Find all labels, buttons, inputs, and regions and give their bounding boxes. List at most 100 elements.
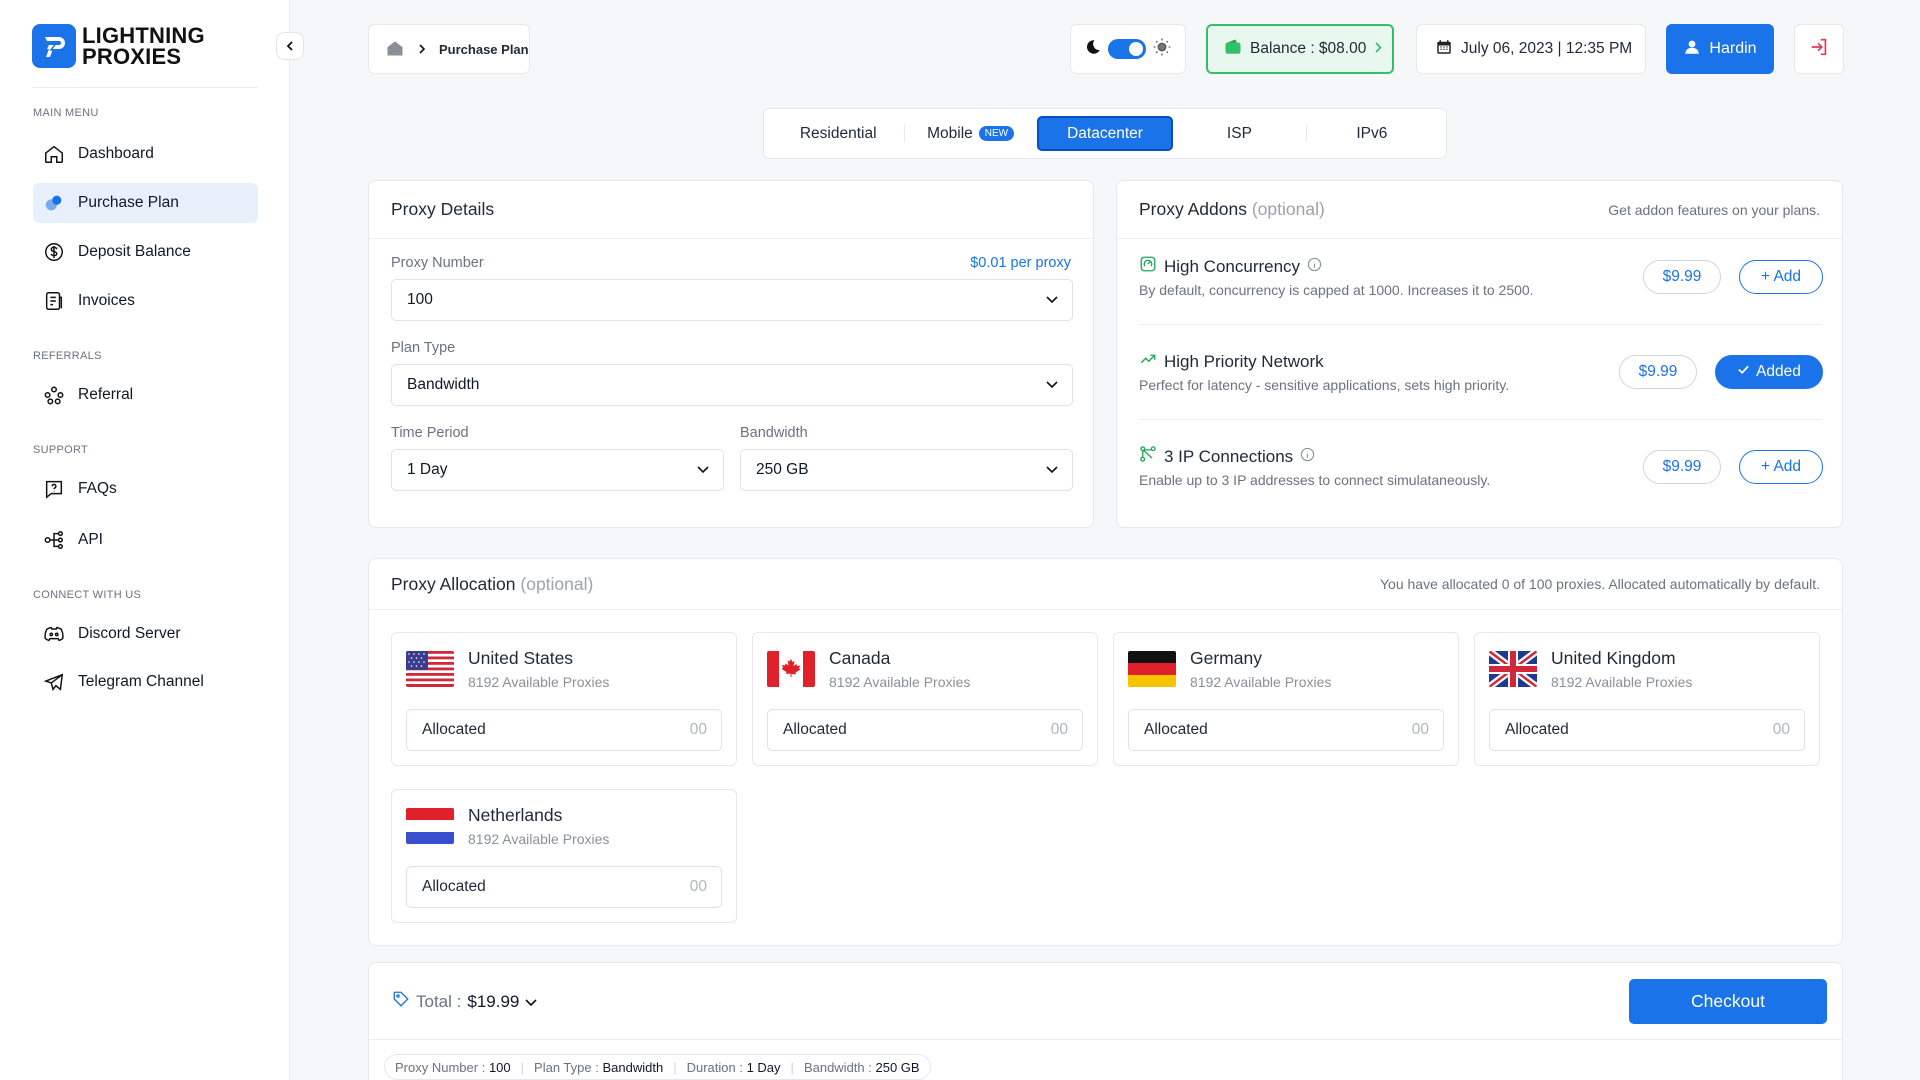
api-icon: [42, 528, 66, 552]
checkout-button[interactable]: Checkout: [1629, 979, 1827, 1024]
sidebar-item-label: Invoices: [78, 292, 135, 309]
sidebar-item-purchase-plan[interactable]: Purchase Plan: [33, 183, 258, 223]
sidebar-item-invoices[interactable]: Invoices: [33, 281, 258, 321]
sidebar-item-faqs[interactable]: FAQs: [33, 469, 258, 509]
allocated-value: 00: [689, 721, 707, 738]
sidebar-item-api[interactable]: API: [33, 520, 258, 560]
allocated-label: Allocated: [422, 721, 486, 738]
theme-toggle[interactable]: [1070, 24, 1186, 74]
addon-name: High Priority Network: [1164, 351, 1324, 371]
info-icon[interactable]: [1307, 257, 1322, 277]
tab-mobile[interactable]: Mobile NEW: [904, 116, 1036, 151]
uk-flag-icon: [1489, 651, 1537, 687]
brand-logo[interactable]: LIGHTNING PROXIES: [32, 24, 205, 68]
logout-button[interactable]: [1794, 24, 1844, 74]
addon-price: $9.99: [1619, 355, 1697, 389]
card-title: Proxy Details: [391, 199, 495, 219]
brand-line1: LIGHTNING: [82, 23, 205, 48]
tag-icon: [392, 990, 410, 1013]
tab-residential[interactable]: Residential: [772, 116, 904, 151]
brand-line2: PROXIES: [82, 44, 182, 69]
country-availability: 8192 Available Proxies: [468, 831, 610, 847]
chevron-down-icon: [697, 461, 709, 479]
moon-icon: [1084, 38, 1102, 61]
section-support: SUPPORT: [33, 444, 89, 456]
card-header: Proxy Details: [369, 181, 1093, 239]
sidebar-item-label: Purchase Plan: [78, 194, 179, 211]
netherlands-flag-icon: [406, 808, 454, 844]
sidebar-item-referral[interactable]: Referral: [33, 375, 258, 415]
allocated-value: 00: [1772, 721, 1790, 738]
addon-desc: By default, concurrency is capped at 100…: [1139, 282, 1534, 298]
card-title-text: Proxy Addons: [1139, 199, 1247, 219]
allocated-label: Allocated: [783, 721, 847, 738]
card-title: Proxy Allocation (optional): [391, 574, 593, 595]
info-icon[interactable]: [1300, 447, 1315, 467]
allocated-label: Allocated: [1505, 721, 1569, 738]
theme-switch[interactable]: [1108, 39, 1146, 59]
allocated-input[interactable]: Allocated 00: [1128, 709, 1444, 751]
tab-isp[interactable]: ISP: [1173, 116, 1305, 151]
tab-label: Residential: [799, 124, 877, 142]
breadcrumb: Purchase Plan: [368, 24, 530, 74]
addon-desc: Enable up to 3 IP addresses to connect s…: [1139, 472, 1491, 488]
allocated-input[interactable]: Allocated 00: [767, 709, 1083, 751]
country-card-us: United States 8192 Available Proxies All…: [391, 632, 737, 766]
chevron-down-icon: [1046, 461, 1058, 479]
collapse-sidebar-button[interactable]: [276, 32, 304, 60]
chevron-left-icon: [286, 41, 293, 51]
tab-label: Mobile: [927, 124, 973, 142]
proxy-number-select[interactable]: 100: [391, 279, 1073, 321]
balance-button[interactable]: Balance : $08.00: [1206, 24, 1394, 74]
new-badge: NEW: [978, 126, 1015, 141]
summary-value: Bandwidth: [602, 1059, 664, 1075]
bandwidth-select[interactable]: 250 GB: [740, 449, 1073, 491]
summary-label: Plan Type :: [534, 1059, 599, 1075]
country-availability: 8192 Available Proxies: [1190, 674, 1332, 690]
summary-label: Proxy Number :: [395, 1059, 486, 1075]
plan-type-select[interactable]: Bandwidth: [391, 364, 1073, 406]
allocated-input[interactable]: Allocated 00: [406, 709, 722, 751]
add-addon-button[interactable]: + Add: [1739, 260, 1823, 294]
allocated-label: Allocated: [422, 878, 486, 895]
sidebar-item-discord[interactable]: Discord Server: [33, 614, 258, 654]
total-label: Total :: [416, 991, 462, 1011]
added-addon-button[interactable]: Added: [1715, 355, 1823, 389]
tab-label: IPv6: [1356, 124, 1388, 142]
summary-plan-type: Plan Type : Bandwidth: [534, 1060, 663, 1075]
time-period-label: Time Period: [391, 425, 469, 441]
card-title-text: Proxy Allocation: [391, 573, 516, 594]
card-header: Proxy Addons (optional) Get addon featur…: [1117, 181, 1842, 239]
add-addon-button[interactable]: + Add: [1739, 450, 1823, 484]
addon-title-high-concurrency: High Concurrency: [1139, 255, 1322, 278]
summary-label: Duration :: [686, 1059, 743, 1075]
balance-text: Balance : $08.00: [1250, 40, 1367, 57]
chevron-down-icon: [525, 992, 537, 1012]
question-icon: [42, 477, 66, 501]
tab-ipv6[interactable]: IPv6: [1305, 116, 1438, 151]
separator: |: [520, 1059, 525, 1075]
user-menu-button[interactable]: Hardin: [1666, 24, 1774, 74]
proxy-type-tabs: Residential Mobile NEW Datacenter ISP IPv…: [763, 108, 1447, 159]
discord-icon: [42, 622, 66, 646]
wallet-icon: [1224, 38, 1242, 61]
select-value: Bandwidth: [407, 376, 480, 393]
us-flag-icon: [406, 651, 454, 687]
sidebar-item-telegram[interactable]: Telegram Channel: [33, 662, 258, 702]
home-icon[interactable]: [385, 38, 405, 61]
addon-title-ip-connections: 3 IP Connections: [1139, 445, 1315, 468]
allocated-input[interactable]: Allocated 00: [1489, 709, 1805, 751]
germany-flag-icon: [1128, 651, 1176, 687]
sidebar-item-dashboard[interactable]: Dashboard: [33, 134, 258, 174]
tab-datacenter[interactable]: Datacenter: [1036, 116, 1174, 151]
summary-value: 250 GB: [875, 1059, 920, 1075]
proxy-details-card: Proxy Details Proxy Number $0.01 per pro…: [368, 180, 1094, 528]
logout-icon: [1808, 36, 1830, 63]
allocated-input[interactable]: Allocated 00: [406, 866, 722, 908]
country-name: United Kingdom: [1551, 648, 1676, 668]
total-toggle[interactable]: Total : $19.99: [392, 990, 537, 1013]
purchase-plan-icon: [42, 191, 66, 215]
sidebar-item-label: FAQs: [78, 480, 117, 497]
time-period-select[interactable]: 1 Day: [391, 449, 724, 491]
sidebar-item-deposit-balance[interactable]: Deposit Balance: [33, 232, 258, 272]
